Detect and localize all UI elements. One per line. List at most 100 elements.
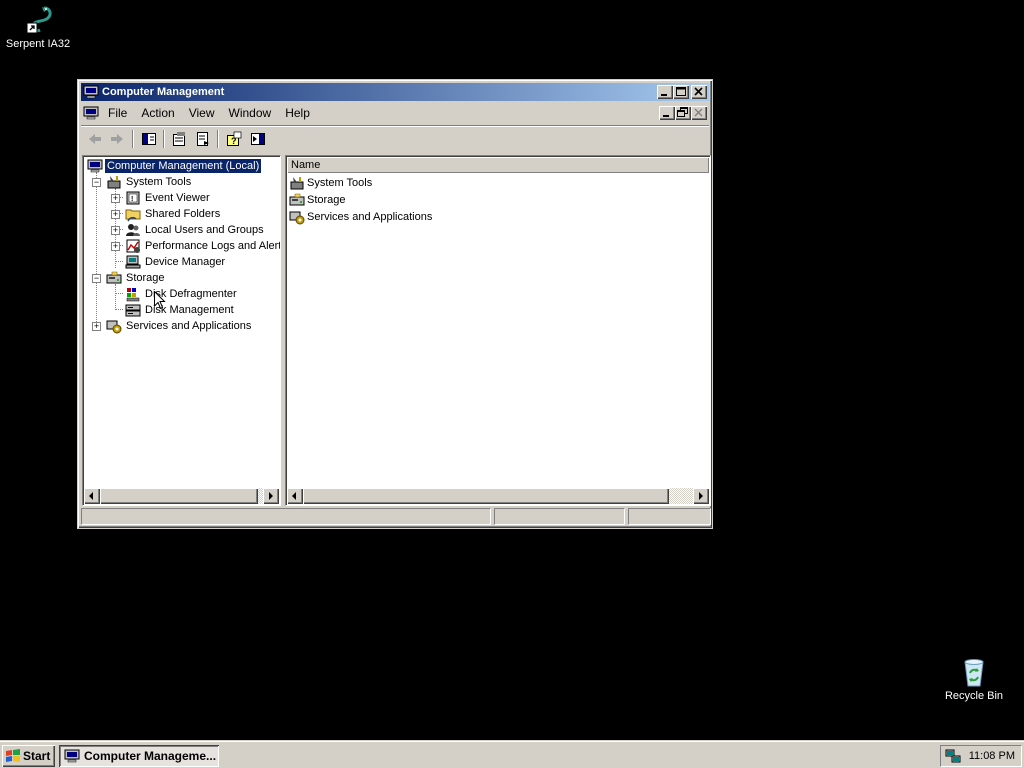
action-pane-icon bbox=[251, 133, 265, 145]
child-restore-button[interactable] bbox=[675, 106, 691, 120]
svg-text:!: ! bbox=[131, 196, 133, 203]
export-list-button[interactable] bbox=[193, 130, 213, 148]
status-panel bbox=[628, 508, 711, 525]
tree-item-services-and-applications[interactable]: + Services and Applications bbox=[85, 318, 280, 334]
users-icon bbox=[125, 222, 141, 238]
scroll-right-button[interactable] bbox=[693, 488, 709, 504]
taskbar-button-label: Computer Manageme... bbox=[84, 749, 216, 763]
scroll-right-button[interactable] bbox=[263, 488, 279, 504]
scroll-left-button[interactable] bbox=[84, 488, 100, 504]
disk-defragmenter-icon bbox=[125, 286, 141, 302]
tree-label: Performance Logs and Alerts bbox=[145, 240, 280, 252]
expand-toggle[interactable]: + bbox=[111, 194, 120, 203]
back-button[interactable] bbox=[85, 130, 105, 148]
tree-label: Device Manager bbox=[145, 256, 226, 268]
show-hide-tree-button[interactable] bbox=[139, 130, 159, 148]
network-connection-icon[interactable] bbox=[945, 748, 961, 764]
tree-item-performance-logs-and-alerts[interactable]: + Performance Logs and Alerts bbox=[85, 238, 280, 254]
scroll-left-button[interactable] bbox=[287, 488, 303, 504]
back-arrow-icon bbox=[89, 134, 101, 144]
column-header-name[interactable]: Name bbox=[287, 157, 709, 173]
tree-item-event-viewer[interactable]: + ! Event Viewer bbox=[85, 190, 280, 206]
desktop: Serpent IA32 Recycle Bin Computer Manage… bbox=[0, 0, 1024, 740]
results-pane[interactable]: Name System Tools Storage Services and A… bbox=[285, 155, 711, 506]
column-header-label: Name bbox=[291, 159, 321, 171]
close-button[interactable] bbox=[691, 85, 707, 99]
console-tree-icon bbox=[142, 133, 156, 145]
mmc-document-icon[interactable] bbox=[83, 105, 99, 121]
window-titlebar[interactable]: Computer Management bbox=[81, 83, 709, 101]
list-item-label: Services and Applications bbox=[307, 211, 433, 223]
status-panel-main bbox=[81, 508, 491, 525]
disk-management-icon bbox=[125, 302, 141, 318]
toolbar-separator bbox=[132, 130, 134, 148]
computer-management-icon bbox=[83, 84, 99, 100]
toolbar-separator bbox=[217, 130, 219, 148]
tree-item-system-tools[interactable]: − System Tools bbox=[85, 174, 280, 190]
tree-horizontal-scrollbar[interactable] bbox=[84, 488, 279, 504]
menu-view[interactable]: View bbox=[182, 105, 222, 121]
menu-file[interactable]: File bbox=[101, 105, 134, 121]
show-hide-action-pane-button[interactable] bbox=[248, 130, 268, 148]
windows-logo-icon bbox=[5, 748, 21, 764]
expand-toggle[interactable]: + bbox=[111, 242, 120, 251]
minimize-button[interactable] bbox=[657, 85, 673, 99]
forward-button[interactable] bbox=[107, 130, 127, 148]
mouse-cursor-icon bbox=[154, 290, 166, 310]
tree-label: Storage bbox=[126, 272, 165, 284]
event-viewer-icon: ! bbox=[125, 190, 141, 206]
scroll-thumb[interactable] bbox=[303, 488, 669, 504]
tree-item-disk-defragmenter[interactable]: Disk Defragmenter bbox=[85, 286, 280, 302]
child-minimize-button[interactable] bbox=[659, 106, 675, 120]
collapse-toggle[interactable]: − bbox=[92, 274, 101, 283]
storage-icon bbox=[106, 270, 122, 286]
tree-item-storage[interactable]: − Storage bbox=[85, 270, 280, 286]
tree-item-computer-management-local[interactable]: Computer Management (Local) bbox=[85, 158, 280, 174]
menu-help[interactable]: Help bbox=[278, 105, 317, 121]
status-bar bbox=[81, 507, 711, 525]
properties-icon bbox=[173, 132, 185, 146]
help-button[interactable]: ? bbox=[224, 130, 244, 148]
taskbar: Start Computer Manageme... 11:08 PM bbox=[0, 740, 1024, 768]
system-tray: 11:08 PM bbox=[940, 745, 1022, 767]
help-icon: ? bbox=[227, 131, 242, 146]
services-applications-icon bbox=[289, 209, 305, 225]
list-item-label: Storage bbox=[307, 194, 346, 206]
window-title: Computer Management bbox=[102, 86, 225, 98]
serpent-ia32-shortcut[interactable]: Serpent IA32 bbox=[0, 4, 76, 51]
storage-icon bbox=[289, 192, 305, 208]
serpent-ia32-label: Serpent IA32 bbox=[5, 38, 71, 50]
tree-item-device-manager[interactable]: Device Manager bbox=[85, 254, 280, 270]
properties-button[interactable] bbox=[169, 130, 189, 148]
start-label: Start bbox=[23, 749, 51, 763]
results-horizontal-scrollbar[interactable] bbox=[287, 488, 709, 504]
tree-label: Event Viewer bbox=[145, 192, 210, 204]
clock[interactable]: 11:08 PM bbox=[969, 750, 1015, 763]
system-tools-icon bbox=[106, 174, 122, 190]
menu-action[interactable]: Action bbox=[134, 105, 181, 121]
recycle-bin-shortcut[interactable]: Recycle Bin bbox=[936, 656, 1012, 703]
toolbar: ? bbox=[81, 125, 709, 151]
taskbar-button-computer-management[interactable]: Computer Manageme... bbox=[59, 745, 219, 767]
tree-item-disk-management[interactable]: Disk Management bbox=[85, 302, 280, 318]
maximize-button[interactable] bbox=[673, 85, 689, 99]
computer-icon bbox=[87, 158, 103, 174]
performance-logs-icon bbox=[125, 238, 141, 254]
computer-management-icon bbox=[64, 748, 80, 764]
expand-toggle[interactable]: + bbox=[111, 226, 120, 235]
expand-toggle[interactable]: + bbox=[92, 322, 101, 331]
services-applications-icon bbox=[106, 318, 122, 334]
menu-window[interactable]: Window bbox=[222, 105, 279, 121]
console-tree-pane[interactable]: Computer Management (Local) − System Too… bbox=[82, 155, 281, 506]
collapse-toggle[interactable]: − bbox=[92, 178, 101, 187]
child-close-button[interactable] bbox=[691, 106, 707, 120]
tree-label: Services and Applications bbox=[126, 320, 252, 332]
tree-item-local-users-and-groups[interactable]: + Local Users and Groups bbox=[85, 222, 280, 238]
start-button[interactable]: Start bbox=[2, 745, 55, 767]
recycle-bin-label: Recycle Bin bbox=[944, 690, 1004, 702]
expand-toggle[interactable]: + bbox=[111, 210, 120, 219]
tree-item-shared-folders[interactable]: + Shared Folders bbox=[85, 206, 280, 222]
serpent-icon bbox=[22, 4, 54, 36]
scroll-thumb[interactable] bbox=[100, 488, 258, 504]
tree-label: System Tools bbox=[126, 176, 192, 188]
